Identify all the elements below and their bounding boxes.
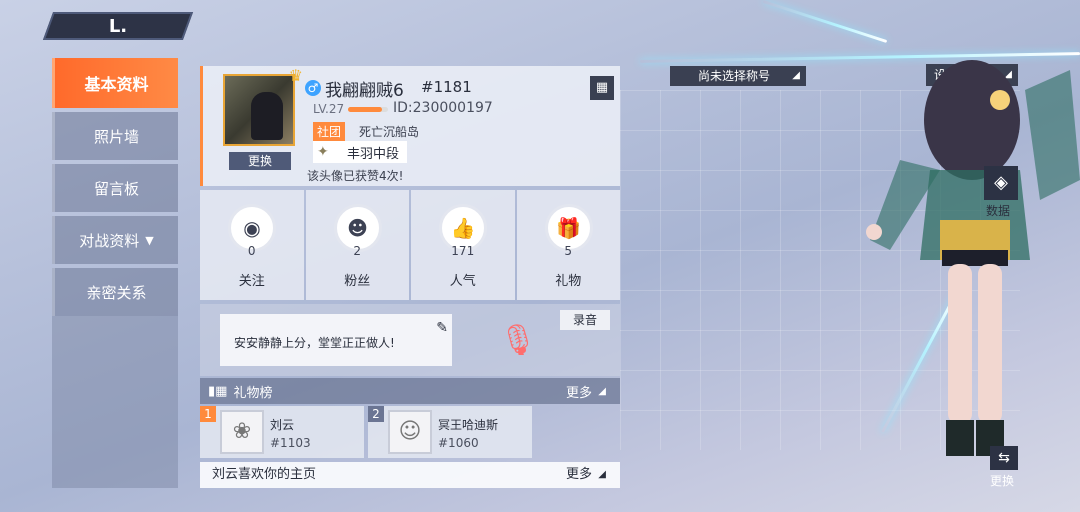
light-streak — [762, 0, 888, 44]
edit-pen-icon[interactable]: ✎ — [436, 320, 448, 336]
stat-value: 171 — [451, 244, 475, 258]
motto-area: 安安静静上分，堂堂正正做人! ✎ 🎙 录音 — [200, 304, 620, 376]
rank-number: 1 — [200, 406, 216, 422]
menu-item-label: 照片墙 — [93, 127, 139, 146]
gift-ranking-header: ▮▦ 礼物榜 更多 ◢ — [200, 378, 620, 404]
back-label: L. — [108, 15, 128, 37]
character-illustration — [866, 60, 1080, 456]
stat-value: 0 — [247, 244, 256, 258]
motto-text: 安安静静上分，堂堂正正做人! — [234, 336, 395, 350]
title-select[interactable]: 尚未选择称号 ◢ — [670, 66, 806, 86]
gifter-name: 刘云 — [270, 418, 295, 432]
rank-number: 2 — [368, 406, 384, 422]
record-button[interactable]: 录音 — [560, 310, 610, 330]
feather-rank-icon: ✦ — [317, 144, 329, 160]
club-name[interactable]: 死亡沉船岛 — [359, 123, 419, 140]
swap-icon[interactable]: ⇆ — [990, 446, 1018, 470]
avatar: ☺ — [388, 410, 432, 454]
menu-item-label: 对战资料 — [79, 231, 140, 250]
gifter-id: #1060 — [438, 436, 479, 450]
corner-arrow-icon: ◢ — [598, 385, 606, 397]
gift-ranking-title: 礼物榜 — [233, 385, 273, 401]
player-id: ID:230000197 — [393, 100, 493, 116]
level-label: LV.27 — [313, 102, 345, 116]
menu-item-photo-wall[interactable]: 照片墙 — [52, 112, 178, 160]
gifter-name: 冥王哈迪斯 — [438, 418, 499, 432]
visitor-more-button[interactable]: 更多 — [566, 462, 592, 488]
stat-value: 5 — [564, 244, 573, 258]
profile-card: ♛ 更换 ♂ 我翩翩贼6 #1181 ▦ LV.27 ID:230000197 … — [200, 66, 620, 186]
visitor-bar: 刘云喜欢你的主页 更多 ◢ — [200, 462, 620, 488]
corner-arrow-icon: ◢ — [792, 70, 800, 81]
stat-gifts[interactable]: 🎁 5 礼物 — [516, 190, 620, 300]
avatar-likes-text: 该头像已获赞4次! — [307, 169, 404, 183]
back-button[interactable]: L. — [42, 12, 194, 40]
gift-icon: ▮▦ — [208, 383, 228, 399]
gift-ranking-entry[interactable]: 1 ❀ 刘云 #1103 — [200, 406, 364, 458]
stat-label: 关注 — [238, 274, 265, 289]
menu-item-label: 留言板 — [93, 179, 139, 198]
stat-label: 人气 — [449, 274, 476, 289]
menu-item-relationships[interactable]: 亲密关系 — [52, 268, 178, 316]
menu-item-basic-info[interactable]: 基本资料 — [52, 58, 178, 108]
crown-icon: ♛ — [288, 66, 303, 85]
change-avatar-button[interactable]: 更换 — [229, 152, 291, 170]
visitor-text: 刘云喜欢你的主页 — [212, 467, 317, 482]
swap-label: 更换 — [990, 474, 1015, 488]
gifter-id: #1103 — [270, 436, 311, 450]
qr-code-icon[interactable]: ▦ — [590, 76, 614, 100]
profile-panel: ♛ 更换 ♂ 我翩翩贼6 #1181 ▦ LV.27 ID:230000197 … — [200, 66, 620, 488]
rank-badge[interactable]: ✦ 丰羽中段 — [313, 141, 408, 163]
stats-row: ◉ 0 关注 ☻ 2 粉丝 👍 171 人气 🎁 5 礼物 — [200, 190, 620, 300]
side-menu: 基本资料 照片墙 留言板 对战资料 ▼ 亲密关系 — [52, 58, 178, 320]
corner-arrow-icon: ◢ — [598, 469, 606, 480]
player-tag: #1181 — [421, 78, 472, 96]
stat-fans[interactable]: ☻ 2 粉丝 — [305, 190, 409, 300]
avatar: ❀ — [220, 410, 264, 454]
menu-item-battle-record[interactable]: 对战资料 ▼ — [52, 216, 178, 264]
menu-item-label: 亲密关系 — [86, 283, 147, 302]
avatar[interactable]: ♛ — [223, 66, 303, 146]
exp-bar — [348, 107, 388, 112]
nickname: 我翩翩贼6 — [325, 81, 404, 101]
menu-item-label: 基本资料 — [84, 75, 149, 94]
male-icon: ♂ — [305, 80, 321, 96]
stat-label: 礼物 — [555, 274, 582, 289]
menu-background — [52, 316, 178, 488]
data-icon[interactable]: ◈ — [984, 166, 1018, 200]
menu-item-message-board[interactable]: 留言板 — [52, 164, 178, 212]
exp-bar-fill — [348, 107, 382, 112]
stat-popularity[interactable]: 👍 171 人气 — [411, 190, 515, 300]
avatar-figure — [251, 92, 283, 140]
title-select-value: 尚未选择称号 — [698, 69, 771, 83]
data-label: 数据 — [986, 204, 1011, 218]
stat-label: 粉丝 — [344, 274, 371, 289]
microphone-icon[interactable]: 🎙 — [490, 318, 546, 364]
gift-ranking-entry[interactable]: 2 ☺ 冥王哈迪斯 #1060 — [368, 406, 532, 458]
stat-following[interactable]: ◉ 0 关注 — [200, 190, 304, 300]
gift-ranking-more-button[interactable]: 更多 — [566, 382, 592, 401]
chevron-down-icon: ▼ — [145, 233, 154, 247]
rank-name: 丰羽中段 — [347, 146, 400, 162]
stat-value: 2 — [353, 244, 362, 258]
motto-box[interactable]: 安安静静上分，堂堂正正做人! ✎ — [220, 314, 452, 366]
club-badge: 社团 — [313, 122, 346, 141]
